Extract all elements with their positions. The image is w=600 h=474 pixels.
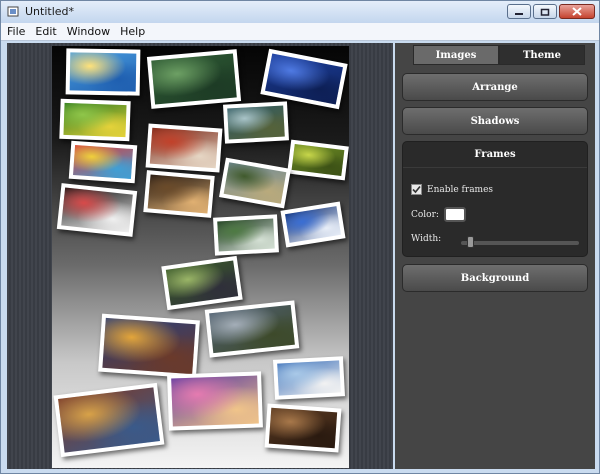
frame-width-label: Width:	[411, 234, 442, 244]
shadows-section-button[interactable]: Shadows	[402, 107, 588, 135]
seaside-houses-photo	[277, 360, 341, 396]
cave-light-photo	[147, 174, 211, 214]
photo-pagoda-dusk[interactable]	[167, 371, 263, 431]
theme-panel: Images Theme Arrange Shadows Frames Enab…	[395, 43, 595, 469]
workspace	[7, 43, 393, 469]
app-icon	[7, 5, 20, 18]
photo-valley-road[interactable]	[219, 157, 291, 209]
photo-temple-sunset[interactable]	[98, 313, 200, 379]
close-icon	[572, 7, 582, 16]
bird-photo	[165, 260, 239, 306]
photo-river-landscape[interactable]	[223, 101, 289, 144]
frame-color-row: Color:	[411, 207, 466, 222]
photo-cave-light[interactable]	[143, 170, 215, 218]
menu-bar: File Edit Window Help	[1, 23, 599, 41]
menu-window[interactable]: Window	[67, 25, 110, 38]
enable-frames-label: Enable frames	[427, 184, 494, 195]
frames-section-title[interactable]: Frames	[403, 142, 587, 168]
title-bar[interactable]: Untitled*	[1, 1, 599, 23]
tab-theme[interactable]: Theme	[499, 45, 585, 65]
minimize-button[interactable]	[507, 4, 531, 19]
close-button[interactable]	[559, 4, 595, 19]
frames-section: Frames Enable frames Color: Width:	[402, 141, 588, 257]
photo-swimmers[interactable]	[65, 48, 141, 96]
photo-green-valley[interactable]	[146, 49, 242, 109]
maximize-icon	[540, 8, 550, 16]
running-track-photo	[149, 127, 219, 169]
green-valley-photo	[151, 53, 237, 105]
photo-running-track[interactable]	[145, 123, 223, 173]
photo-seaside-houses[interactable]	[273, 356, 345, 400]
photo-bird[interactable]	[161, 255, 243, 311]
menu-help[interactable]: Help	[120, 25, 145, 38]
river-landscape-photo	[227, 105, 285, 140]
photo-dancers[interactable]	[56, 183, 138, 237]
photo-waterfall[interactable]	[213, 214, 279, 256]
frame-width-slider-thumb[interactable]	[466, 236, 474, 248]
enable-frames-row: Enable frames	[411, 184, 493, 195]
frame-color-label: Color:	[411, 209, 439, 220]
window-title: Untitled*	[25, 5, 75, 18]
photo-costume-parade[interactable]	[53, 382, 165, 458]
frame-width-slider[interactable]	[461, 241, 579, 245]
arrange-section-button[interactable]: Arrange	[402, 73, 588, 101]
photo-crowd[interactable]	[264, 403, 342, 453]
photo-blue-harbor[interactable]	[280, 201, 346, 248]
crowd-photo	[268, 407, 338, 449]
waterfall-photo	[217, 218, 275, 252]
collage-canvas[interactable]	[52, 46, 349, 468]
valley-road-photo	[223, 162, 287, 204]
blue-harbor-photo	[285, 206, 341, 243]
tab-images[interactable]: Images	[413, 45, 499, 65]
app-window: Untitled* File Edit Window Help Images T…	[0, 0, 600, 474]
temple-sunset-photo	[102, 317, 196, 375]
swimmers-photo	[69, 52, 137, 92]
minimize-icon	[515, 12, 523, 15]
photo-green-sports[interactable]	[59, 98, 131, 142]
enable-frames-checkbox[interactable]	[411, 184, 422, 195]
background-section-button[interactable]: Background	[402, 264, 588, 292]
checkmark-icon	[412, 185, 421, 194]
menu-edit[interactable]: Edit	[35, 25, 56, 38]
menu-file[interactable]: File	[7, 25, 25, 38]
frame-width-row: Width:	[411, 234, 441, 244]
panel-tabs: Images Theme	[413, 45, 585, 65]
maximize-button[interactable]	[533, 4, 557, 19]
photo-green-leaves[interactable]	[287, 139, 349, 181]
green-sports-photo	[63, 102, 127, 138]
green-leaves-photo	[291, 144, 345, 176]
blue-lake-photo	[265, 53, 343, 105]
pagoda-dusk-photo	[171, 375, 259, 427]
lake-hills-photo	[209, 304, 295, 354]
frame-color-swatch[interactable]	[443, 207, 466, 222]
dancers-photo	[61, 187, 133, 233]
photo-lake-hills[interactable]	[204, 300, 300, 358]
photo-blue-lake[interactable]	[260, 48, 348, 110]
colored-pencils-photo	[73, 145, 133, 179]
costume-parade-photo	[58, 387, 160, 453]
photo-colored-pencils[interactable]	[68, 140, 138, 184]
